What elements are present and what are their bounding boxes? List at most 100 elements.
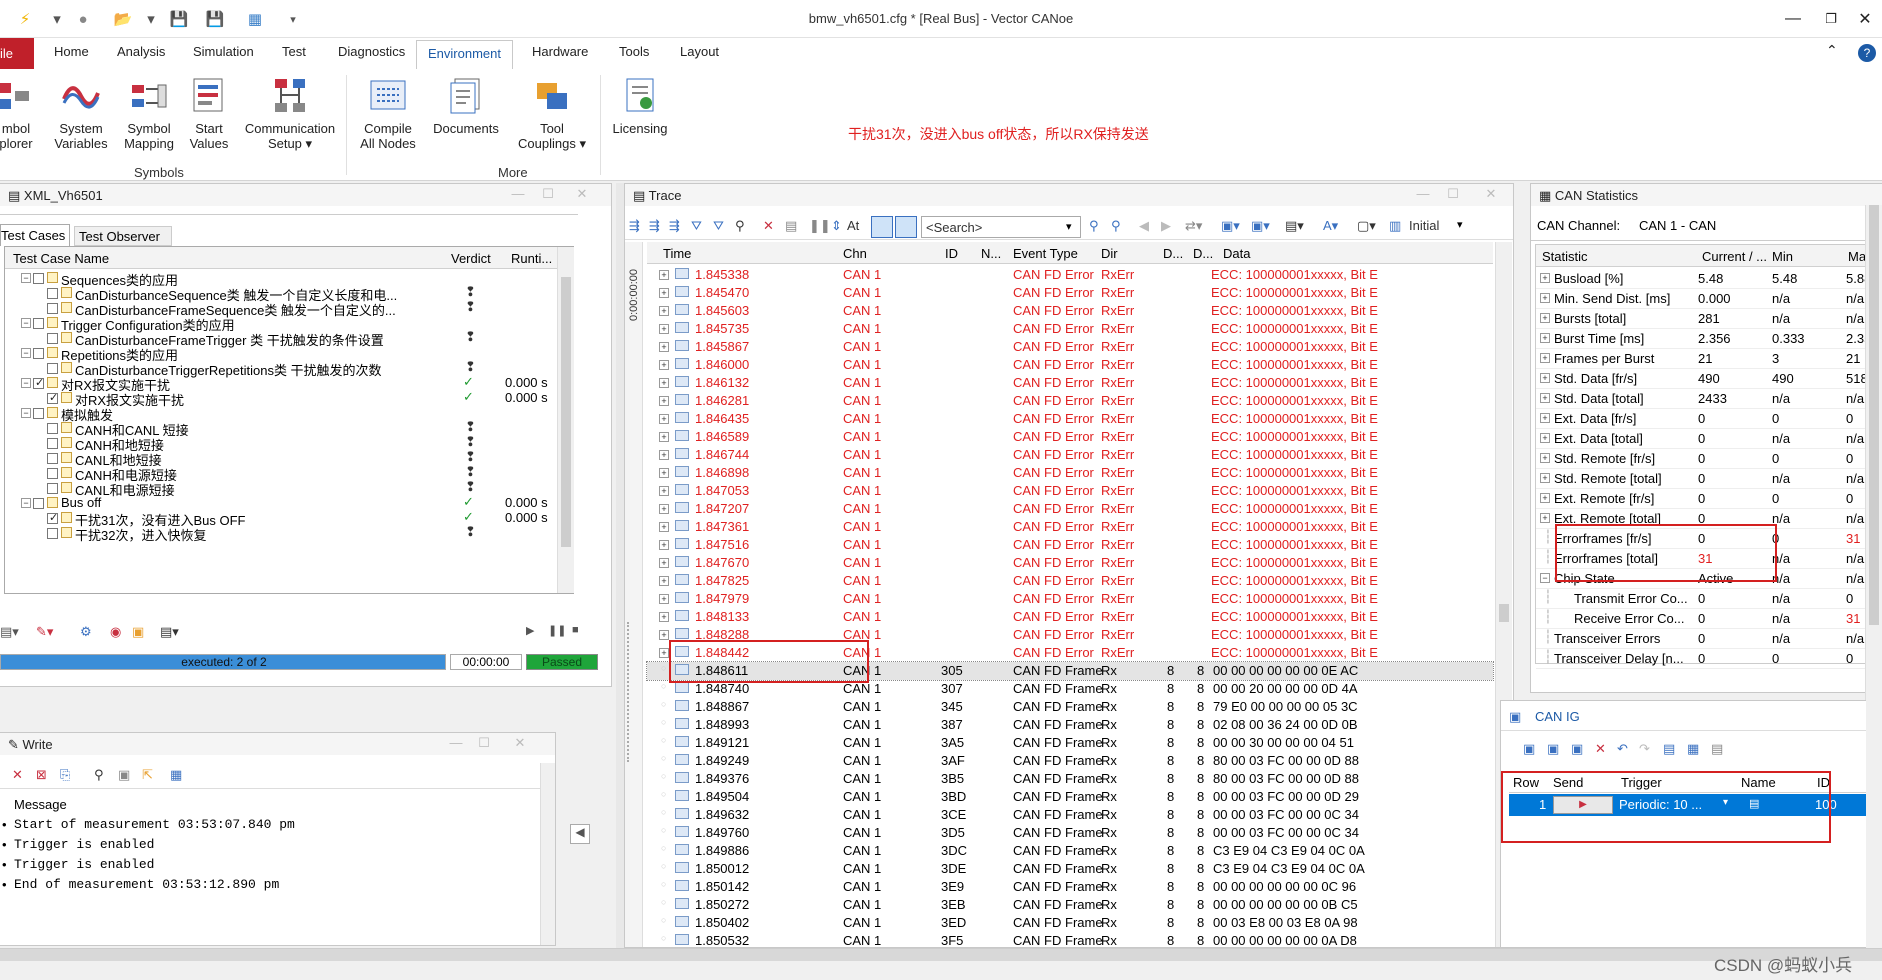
trace-error-row[interactable]: +1.846000 CAN 1 CAN FD Error RxErr ECC: 1000… bbox=[647, 356, 1493, 374]
tree-row[interactable]: 干扰32次，进入快恢复 ❢ bbox=[5, 524, 557, 543]
expand-icon[interactable]: + bbox=[1540, 413, 1550, 423]
toolbar-icon[interactable]: ▣ bbox=[1547, 741, 1559, 757]
close-icon[interactable]: ✕ bbox=[512, 735, 528, 751]
minimize-icon[interactable]: — bbox=[1415, 186, 1431, 201]
statistic-row[interactable]: − Chip State Active n/a n/a bbox=[1536, 569, 1872, 589]
checkbox[interactable] bbox=[47, 333, 58, 344]
trace-frame-row[interactable]: ○ 1.849376 CAN 1 3B5 CAN FD Frame Rx 8 8 80 00 0… bbox=[647, 770, 1493, 788]
tree-row[interactable]: CanDisturbanceFrameTrigger 类 干扰触发的条件设置 ❢ bbox=[5, 329, 557, 348]
tab-layout[interactable]: Layout bbox=[680, 44, 719, 59]
toolbar-icon[interactable]: ▤ bbox=[1711, 741, 1723, 757]
expand-icon[interactable]: + bbox=[659, 558, 669, 568]
expand-icon[interactable]: + bbox=[659, 396, 669, 406]
tab-simulation[interactable]: Simulation bbox=[193, 44, 254, 59]
expand-icon[interactable]: − bbox=[21, 348, 31, 358]
scrollbar[interactable] bbox=[1865, 205, 1882, 945]
trace-error-row[interactable]: +1.846898 CAN 1 CAN FD Error RxErr ECC: 1000… bbox=[647, 464, 1493, 482]
delete-all-icon[interactable]: ⊠ bbox=[36, 767, 47, 783]
expand-icon[interactable]: + bbox=[659, 540, 669, 550]
trace-error-row[interactable]: +1.847516 CAN 1 CAN FD Error RxErr ECC: 1000… bbox=[647, 536, 1493, 554]
arrow-right-icon[interactable]: ▶ bbox=[1161, 218, 1171, 234]
close-icon[interactable]: ✕ bbox=[1483, 186, 1499, 202]
channel-value[interactable]: CAN 1 - CAN bbox=[1639, 218, 1716, 233]
tab-hardware[interactable]: Hardware bbox=[532, 44, 588, 59]
statistic-row[interactable]: + Busload [%] 5.48 5.48 5.88 bbox=[1536, 269, 1872, 289]
toolbar-icon[interactable]: ⇄▾ bbox=[1185, 218, 1202, 234]
expand-icon[interactable]: + bbox=[1540, 373, 1550, 383]
trace-frame-row[interactable]: ○ 1.848740 CAN 1 307 CAN FD Frame Rx 8 8 00 00 2… bbox=[647, 680, 1493, 698]
export-icon[interactable]: ▣ bbox=[132, 624, 144, 640]
tree-row[interactable]: −对RX报文实施干扰✓0.000 s bbox=[5, 374, 557, 393]
col-statistic[interactable]: Statistic bbox=[1542, 249, 1588, 264]
col-verdict[interactable]: Verdict bbox=[451, 251, 491, 266]
tree-row[interactable]: CanDisturbanceFrameSequence类 触发一个自定义的...… bbox=[5, 299, 557, 318]
trace-frame-row[interactable]: ○ 1.850532 CAN 1 3F5 CAN FD Frame Rx 8 8 00 00 0… bbox=[647, 932, 1493, 947]
layout-icon[interactable]: ▦ bbox=[170, 767, 182, 783]
trace-error-row[interactable]: +1.845338 CAN 1 CAN FD Error RxErr ECC: 1000… bbox=[647, 266, 1493, 284]
window-icon[interactable]: ▢▾ bbox=[1357, 218, 1376, 234]
trace-frame-row[interactable]: ○ 1.850012 CAN 1 3DE CAN FD Frame Rx 8 8 C3 E9 0… bbox=[647, 860, 1493, 878]
symbol-mapping-button[interactable]: Symbol Mapping bbox=[118, 77, 180, 151]
maximize-button[interactable]: ❐ bbox=[1816, 6, 1846, 32]
expand-icon[interactable]: − bbox=[21, 378, 31, 388]
trace-error-row[interactable]: +1.846281 CAN 1 CAN FD Error RxErr ECC: 1000… bbox=[647, 392, 1493, 410]
checkbox[interactable] bbox=[33, 376, 44, 389]
scroll-left-button[interactable]: ◀ bbox=[570, 824, 590, 844]
trace-frame-row[interactable]: ○ 1.849760 CAN 1 3D5 CAN FD Frame Rx 8 8 00 00 0… bbox=[647, 824, 1493, 842]
redo-icon[interactable]: ↷ bbox=[1639, 741, 1650, 757]
trace-error-row[interactable]: +1.845470 CAN 1 CAN FD Error RxErr ECC: 1000… bbox=[647, 284, 1493, 302]
col-data[interactable]: Data bbox=[1223, 246, 1250, 261]
tab-test[interactable]: Test bbox=[282, 44, 306, 59]
trace-frame-row[interactable]: ○ 1.849886 CAN 1 3DC CAN FD Frame Rx 8 8 C3 E9 0… bbox=[647, 842, 1493, 860]
licensing-button[interactable]: Licensing bbox=[608, 77, 672, 136]
checkbox[interactable] bbox=[47, 511, 58, 524]
delete-icon[interactable]: ✕ bbox=[1595, 741, 1606, 757]
checkbox[interactable] bbox=[47, 453, 58, 464]
col-row[interactable]: Row bbox=[1513, 775, 1539, 790]
statistic-row[interactable]: + Ext. Data [total] 0 n/a n/a bbox=[1536, 429, 1872, 449]
edit-icon[interactable]: ✎▾ bbox=[36, 624, 53, 640]
toolbar-icon[interactable]: ▣▾ bbox=[1221, 218, 1240, 234]
tab-analysis[interactable]: Analysis bbox=[117, 44, 165, 59]
checkbox[interactable] bbox=[47, 363, 58, 374]
expand-icon[interactable]: − bbox=[21, 273, 31, 283]
scrollbar[interactable] bbox=[557, 247, 574, 593]
trace-error-row[interactable]: +1.845603 CAN 1 CAN FD Error RxErr ECC: 1000… bbox=[647, 302, 1493, 320]
trace-error-row[interactable]: +1.847207 CAN 1 CAN FD Error RxErr ECC: 1000… bbox=[647, 500, 1493, 518]
expand-icon[interactable]: − bbox=[21, 498, 31, 508]
can-ig-row[interactable]: 1 ▶ Periodic: 10 ... ▾ ▤ 100 bbox=[1509, 794, 1866, 816]
trace-error-row[interactable]: +1.847361 CAN 1 CAN FD Error RxErr ECC: 1000… bbox=[647, 518, 1493, 536]
statistic-row[interactable]: ┆ Receive Error Co... 0 n/a 31 bbox=[1536, 609, 1872, 629]
col-data-length[interactable]: D... bbox=[1193, 246, 1213, 261]
expand-icon[interactable]: + bbox=[1540, 313, 1550, 323]
filter-icon[interactable]: ⚙ bbox=[80, 624, 92, 640]
statistic-row[interactable]: + Burst Time [ms] 2.356 0.333 2.35 bbox=[1536, 329, 1872, 349]
tree-row[interactable]: 对RX报文实施干扰✓0.000 s bbox=[5, 389, 557, 408]
trace-frame-row[interactable]: ○ 1.848611 CAN 1 305 CAN FD Frame Rx 8 8 00 00 0… bbox=[646, 661, 1494, 681]
statistic-row[interactable]: ┆ Errorframes [total] 31 n/a n/a bbox=[1536, 549, 1872, 569]
trace-frame-row[interactable]: ○ 1.849504 CAN 1 3BD CAN FD Frame Rx 8 8 00 00 0… bbox=[647, 788, 1493, 806]
checkbox[interactable] bbox=[47, 528, 58, 539]
expand-icon[interactable]: + bbox=[659, 576, 669, 586]
checkbox[interactable] bbox=[33, 318, 44, 329]
toolbar-icon[interactable]: ⇶ bbox=[649, 218, 660, 234]
filter-icon[interactable]: ⛛ bbox=[691, 218, 702, 234]
checkbox[interactable] bbox=[47, 483, 58, 494]
expand-icon[interactable]: + bbox=[659, 414, 669, 424]
trace-frame-row[interactable]: ○ 1.849121 CAN 1 3A5 CAN FD Frame Rx 8 8 00 00 3… bbox=[647, 734, 1493, 752]
col-test-case-name[interactable]: Test Case Name bbox=[13, 251, 109, 266]
id-value[interactable]: 100 bbox=[1815, 797, 1837, 812]
expand-icon[interactable]: + bbox=[659, 612, 669, 622]
tree-row[interactable]: CanDisturbanceTriggerRepetitions类 干扰触发的次… bbox=[5, 359, 557, 378]
expand-icon[interactable]: + bbox=[1540, 293, 1550, 303]
col-id[interactable]: ID bbox=[1817, 775, 1830, 790]
toolbar-toggle-icon[interactable] bbox=[895, 216, 917, 238]
toolbar-icon[interactable]: ▦ bbox=[1687, 741, 1699, 757]
checkbox[interactable] bbox=[47, 303, 58, 314]
col-id[interactable]: ID bbox=[945, 246, 958, 261]
col-chn[interactable]: Chn bbox=[843, 246, 867, 261]
documents-button[interactable]: Documents bbox=[430, 77, 502, 136]
copy-icon[interactable]: ⎘ bbox=[60, 767, 70, 783]
expand-icon[interactable]: + bbox=[659, 306, 669, 316]
col-time[interactable]: Time bbox=[663, 246, 691, 261]
